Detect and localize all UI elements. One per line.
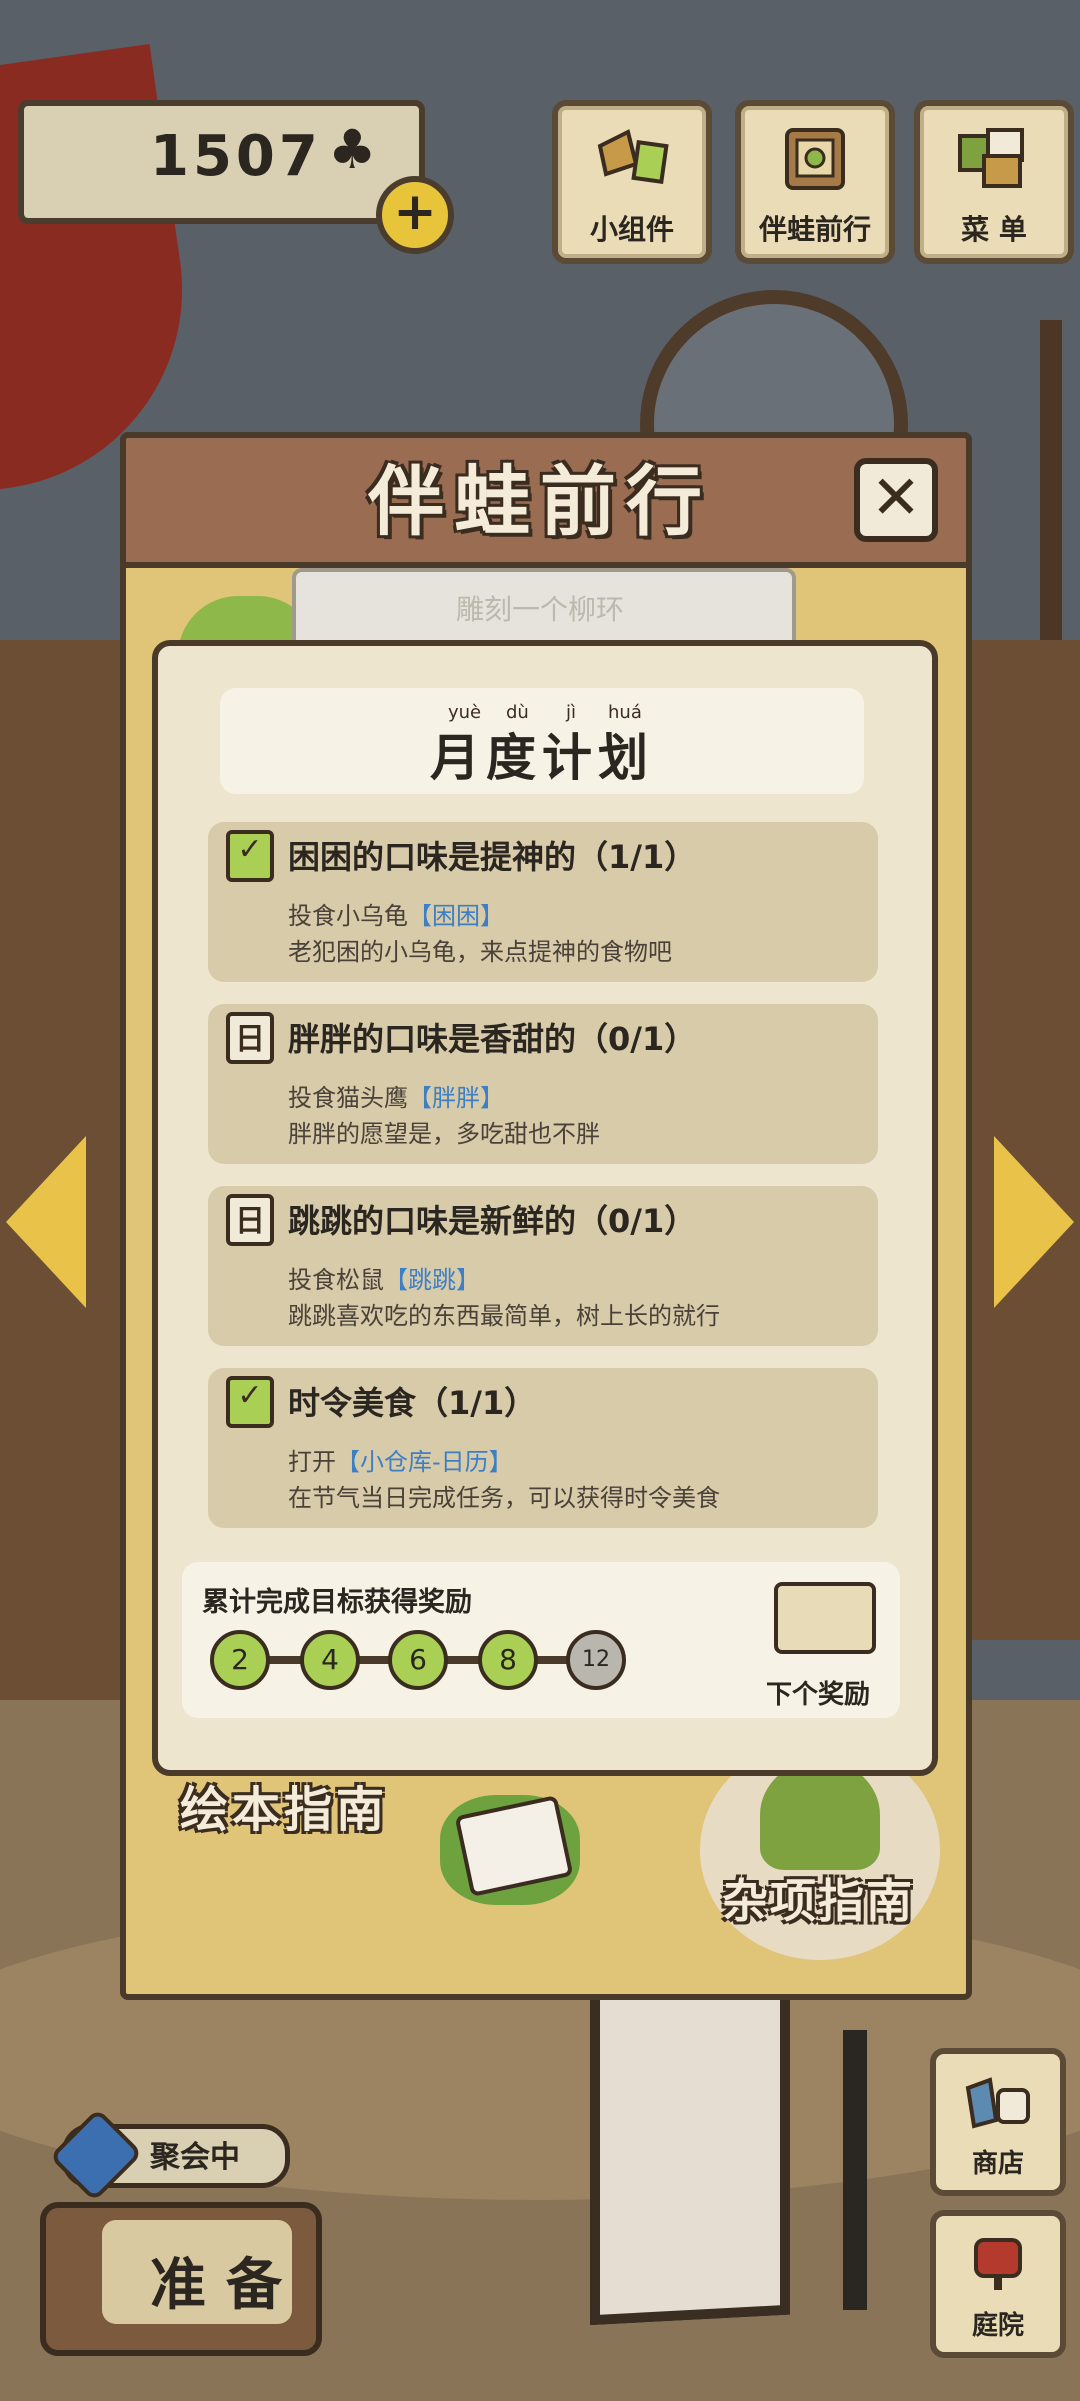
menu-button[interactable]: 菜 单 <box>914 100 1074 264</box>
menu-icon <box>958 128 1024 188</box>
clover-icon: ♣ <box>328 118 377 181</box>
milestone-dot: 4 <box>300 1630 360 1690</box>
task-hint: 在节气当日完成任务，可以获得时令美食 <box>288 1484 720 1512</box>
yard-label: 庭院 <box>971 2311 1024 2341</box>
shop-label: 商店 <box>971 2149 1024 2179</box>
milestone-dot: 8 <box>478 1630 538 1690</box>
task-item[interactable]: ✓ 时令美食（1/1） 打开【小仓库-日历】 在节气当日完成任务，可以获得时令美… <box>208 1368 878 1528</box>
task-desc: 投食猫头鹰【胖胖】 <box>288 1084 504 1112</box>
next-page-arrow[interactable] <box>994 1136 1074 1308</box>
yard-button[interactable]: 庭院 <box>930 2210 1066 2358</box>
mailbox-icon <box>974 2238 1022 2290</box>
task-item[interactable]: 日 胖胖的口味是香甜的（0/1） 投食猫头鹰【胖胖】 胖胖的愿望是，多吃甜也不胖 <box>208 1004 878 1164</box>
shop-button[interactable]: 商店 <box>930 2048 1066 2196</box>
reward-ticket-icon[interactable] <box>774 1582 876 1654</box>
task-item[interactable]: ✓ 困困的口味是提神的（1/1） 投食小乌龟【困困】 老犯困的小乌龟，来点提神的… <box>208 822 878 982</box>
journal-icon <box>785 128 845 190</box>
widget-button[interactable]: 小组件 <box>552 100 712 264</box>
task-desc: 投食松鼠【跳跳】 <box>288 1266 480 1294</box>
task-title: 胖胖的口味是香甜的（0/1） <box>288 1020 697 1058</box>
widget-icon <box>597 129 669 185</box>
menu-label: 菜 单 <box>961 213 1027 246</box>
calendar-icon: 日 <box>226 1194 274 1246</box>
party-label: 聚会中 <box>150 2140 240 2175</box>
milestone-dot: 12 <box>566 1630 626 1690</box>
task-hint: 跳跳喜欢吃的东西最简单，树上长的就行 <box>288 1302 720 1330</box>
misc-guide-button[interactable]: 杂项指南 <box>722 1865 914 1931</box>
task-title: 困困的口味是提神的（1/1） <box>288 838 697 876</box>
milestone-dot: 2 <box>210 1630 270 1690</box>
widget-label: 小组件 <box>589 213 674 246</box>
shop-bag-icon <box>965 2077 1030 2129</box>
candle-lamp <box>843 2030 867 2310</box>
reward-progress-label: 累计完成目标获得奖励 <box>202 1587 472 1618</box>
add-currency-button[interactable]: + <box>376 176 454 254</box>
prepare-label: 准备 <box>150 2253 302 2318</box>
task-hint: 老犯困的小乌龟，来点提神的食物吧 <box>288 938 672 966</box>
picture-book-guide-button[interactable]: 绘本指南 <box>180 1770 388 1840</box>
milestone-dot: 6 <box>388 1630 448 1690</box>
painting-stand <box>590 1964 790 2326</box>
clover-count: 1507 <box>150 124 322 189</box>
journey-button[interactable]: 伴蛙前行 <box>735 100 895 264</box>
card-title: 月度计划 <box>430 729 654 787</box>
task-desc: 打开【小仓库-日历】 <box>288 1448 513 1476</box>
close-button[interactable]: ✕ <box>854 458 938 542</box>
panel-title: 伴蛙前行 <box>368 457 712 546</box>
prev-page-arrow[interactable] <box>6 1136 86 1308</box>
scroll-text: 雕刻一个柳环 <box>455 593 624 626</box>
journey-label: 伴蛙前行 <box>758 213 871 246</box>
frog-reading-icon <box>760 1760 880 1870</box>
task-desc: 投食小乌龟【困困】 <box>288 902 504 930</box>
task-title: 跳跳的口味是新鲜的（0/1） <box>288 1202 697 1240</box>
next-reward-label: 下个奖励 <box>766 1680 871 1710</box>
checked-icon: ✓ <box>226 830 274 882</box>
task-item[interactable]: 日 跳跳的口味是新鲜的（0/1） 投食松鼠【跳跳】 跳跳喜欢吃的东西最简单，树上… <box>208 1186 878 1346</box>
task-title: 时令美食（1/1） <box>288 1384 537 1422</box>
task-hint: 胖胖的愿望是，多吃甜也不胖 <box>288 1120 600 1148</box>
calendar-icon: 日 <box>226 1012 274 1064</box>
checked-icon: ✓ <box>226 1376 274 1428</box>
